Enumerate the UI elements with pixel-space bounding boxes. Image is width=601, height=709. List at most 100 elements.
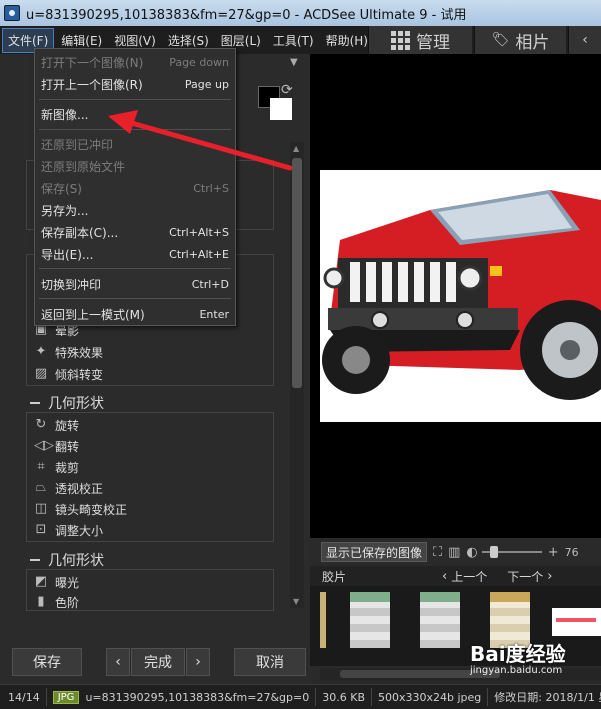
zoom-value: 76 (564, 545, 579, 559)
menu-return-previous-mode[interactable]: 返回到上一模式(M) Enter (41, 304, 229, 324)
filmstrip-next-button[interactable]: 下一个 (507, 568, 543, 585)
filmstrip-prev-button[interactable]: 上一个 (451, 568, 487, 585)
menu-open-previous[interactable]: 打开上一个图像(R) Page up (41, 74, 229, 94)
background-color-swatch[interactable] (270, 98, 292, 120)
section-exposure[interactable]: 几何形状 (30, 550, 104, 570)
menu-revert-developed[interactable]: 还原到已冲印 (41, 134, 229, 154)
filmstrip-thumbnail[interactable] (350, 592, 390, 648)
tool-label: 倾斜转变 (55, 367, 104, 382)
cancel-button[interactable]: 取消 (234, 648, 306, 676)
chevron-right-icon: › (195, 654, 201, 670)
flip-icon: ◁▷ (34, 438, 54, 453)
chevron-right-icon[interactable]: › (547, 569, 552, 584)
tool-crop[interactable]: ⌗ 裁剪 (34, 457, 79, 477)
chevron-left-icon[interactable]: ‹ (442, 569, 447, 584)
mode-photos-button[interactable]: 🏷 相片 (474, 26, 566, 54)
filmstrip-thumbnail[interactable] (552, 608, 601, 636)
menu-open-next[interactable]: 打开下一个图像(N) Page down (41, 52, 229, 72)
chevron-left-icon: ‹ (582, 32, 588, 48)
main-image (320, 170, 601, 422)
section-title: 几何形状 (48, 553, 104, 569)
image-index: 14/14 (0, 688, 47, 706)
perspective-icon: ⏢ (35, 480, 47, 495)
mode-more-button[interactable]: ‹ (568, 26, 601, 54)
tool-label: 特殊效果 (55, 345, 104, 360)
menu-separator (39, 129, 231, 130)
crop-icon: ⌗ (37, 459, 45, 474)
acdsee-app-icon (4, 5, 20, 21)
tool-label: 镜头畸变校正 (55, 502, 128, 517)
zoom-slider[interactable] (481, 546, 542, 558)
menu-separator (39, 268, 231, 269)
window-title: u=831390295,10138383&fm=27&gp=0 - ACDSee… (26, 7, 467, 23)
histogram-icon[interactable]: ▥ (448, 545, 460, 560)
save-button[interactable]: 保存 (12, 648, 82, 676)
menu-save-copy[interactable]: 保存副本(C)... Ctrl+Alt+S (41, 222, 229, 242)
tool-label: 透视校正 (55, 481, 104, 496)
mode-photos-label: 相片 (515, 32, 550, 53)
tool-special-effects[interactable]: ✦ 特殊效果 (34, 342, 103, 362)
filmstrip-thumbnail[interactable] (420, 592, 460, 648)
zoom-in-icon[interactable]: + (548, 545, 559, 560)
collapse-icon (30, 402, 40, 404)
tool-rotate[interactable]: ↻ 旋转 (34, 415, 79, 435)
tool-resize[interactable]: ⊡ 调整大小 (34, 520, 103, 540)
tilt-shift-icon: ▨ (34, 366, 48, 381)
mode-manage-button[interactable]: 管理 (368, 26, 472, 54)
red-suv-image (320, 170, 601, 422)
file-info: JPG u=831390295,10138383&fm=27&gp=0 (47, 688, 317, 706)
grid-icon (391, 30, 410, 50)
tool-tilt-shift[interactable]: ▨ 倾斜转变 (34, 364, 103, 384)
scroll-up-icon[interactable]: ▲ (293, 144, 299, 153)
tool-levels[interactable]: ▮ 色阶 (34, 592, 79, 612)
swap-colors-icon[interactable]: ⟳ (281, 82, 293, 98)
scrollbar-thumb[interactable] (292, 158, 302, 388)
zoom-out-icon[interactable]: ◐ (466, 545, 477, 560)
modified-date: 修改日期: 2018/1/1 星期日 (494, 691, 601, 704)
image-dimensions: 500x330x24b jpeg (372, 688, 489, 706)
tool-label: 裁剪 (55, 460, 80, 475)
tool-flip[interactable]: ◁▷ 翻转 (34, 436, 79, 456)
panel-dropdown-icon[interactable]: ▼ (290, 57, 298, 68)
watermark-brand: Bai度经验 (470, 642, 566, 666)
menu-new-image[interactable]: 新图像... (41, 104, 229, 124)
photo-tag-icon: 🏷 (491, 32, 510, 48)
chevron-left-icon: ‹ (115, 654, 121, 670)
menu-save[interactable]: 保存(S) Ctrl+S (41, 178, 229, 198)
scroll-down-icon[interactable]: ▼ (293, 597, 299, 606)
lens-distortion-icon: ◫ (34, 501, 48, 516)
fit-screen-icon[interactable]: ⛶ (433, 545, 442, 560)
levels-icon: ▮ (37, 594, 45, 609)
tool-label: 旋转 (55, 418, 80, 433)
file-name: u=831390295,10138383&fm=27&gp=0 (85, 690, 310, 704)
previous-button[interactable]: ‹ (106, 648, 130, 676)
menu-switch-to-develop[interactable]: 切换到冲印 Ctrl+D (41, 274, 229, 294)
menu-tools[interactable]: 工具(T) (268, 29, 319, 52)
tool-exposure[interactable]: ◩ 曝光 (34, 572, 79, 592)
tool-perspective[interactable]: ⏢ 透视校正 (34, 478, 103, 498)
next-button[interactable]: › (186, 648, 210, 676)
zoom-slider-knob[interactable] (489, 546, 498, 558)
menu-save-as[interactable]: 另存为... (41, 200, 229, 220)
watermark-url: jingyan.baidu.com (470, 665, 563, 676)
section-geometry[interactable]: 几何形状 (30, 393, 104, 413)
baidu-watermark: Bai度经验 jingyan.baidu.com (470, 638, 594, 678)
menu-separator (39, 99, 231, 100)
viewer-toolbar: 显示已保存的图像 ⛶ ▥ ◐ + 76 (310, 538, 601, 566)
format-badge: JPG (52, 690, 80, 704)
tool-label: 曝光 (55, 575, 80, 590)
show-saved-image-button[interactable]: 显示已保存的图像 (321, 542, 428, 562)
menu-help[interactable]: 帮助(H) (321, 29, 373, 52)
tool-label: 翻转 (55, 439, 80, 454)
file-size: 30.6 KB (316, 688, 372, 706)
done-button[interactable]: 完成 (131, 648, 185, 676)
menu-revert-original[interactable]: 还原到原始文件 (41, 156, 229, 176)
filmstrip-header: 胶片 ‹ 上一个 下一个 › (310, 566, 601, 586)
title-bar: u=831390295,10138383&fm=27&gp=0 - ACDSee… (0, 0, 601, 26)
file-menu: 打开下一个图像(N) Page down 打开上一个图像(R) Page up 新图… (34, 48, 236, 326)
menu-export[interactable]: 导出(E)... Ctrl+Alt+E (41, 244, 229, 264)
filmstrip-thumbnail[interactable] (320, 592, 326, 648)
tool-lens-distortion[interactable]: ◫ 镜头畸变校正 (34, 499, 127, 519)
mode-manage-label: 管理 (416, 32, 450, 53)
tools-scrollbar[interactable]: ▲ ▼ (290, 142, 304, 608)
